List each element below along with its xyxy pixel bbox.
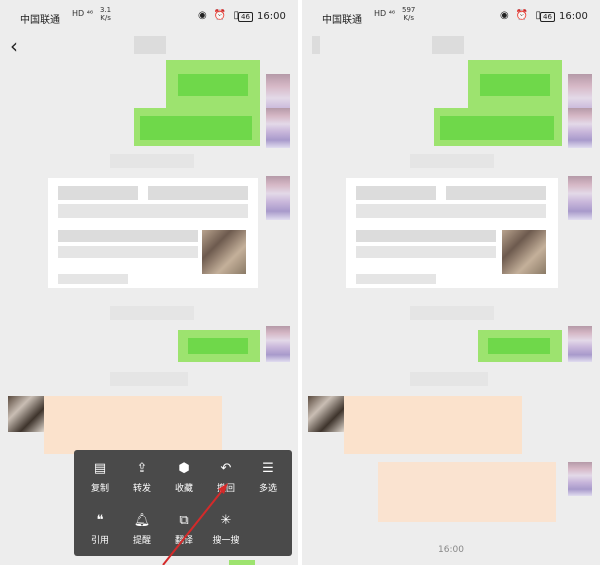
right-chat-screen: 中国联通 HD ⁴⁶ 597 K/s ◉ ⏰ ▯ 46 16:00 16:00 [302,0,600,565]
network-badge: HD ⁴⁶ [374,9,396,18]
timestamp-blur [410,372,488,386]
self-avatar[interactable] [568,326,592,362]
self-avatar[interactable] [568,176,592,220]
self-avatar[interactable] [568,108,592,148]
contact-avatar-right[interactable] [568,462,592,496]
carrier-label: 中国联通 [322,15,362,26]
system-icons: ◉ ⏰ ▯ [500,10,544,21]
sent-message-bubble[interactable] [434,108,562,146]
network-speed: 597 K/s [402,6,416,22]
back-blur [312,36,320,54]
contact-name-blur [432,36,464,54]
timestamp-blur [410,306,494,320]
clock: 16:00 [559,11,588,22]
left-chat-screen: 中国联通 HD ⁴⁶ 3.1 K/s ◉ ⏰ ▯ 46 16:00 ‹ ▤ 复制… [0,0,298,565]
message-timestamp: 16:00 [438,545,464,555]
sent-message-bubble[interactable] [478,330,562,362]
received-message-bubble[interactable] [344,396,522,454]
received-message-bubble[interactable] [378,462,556,522]
contact-avatar[interactable] [308,396,344,432]
link-card-message[interactable] [346,178,558,288]
battery-icon: 46 [540,12,555,22]
timestamp-blur [410,154,494,168]
annotation-arrow [162,483,228,565]
status-bar: 中国联通 HD ⁴⁶ 597 K/s ◉ ⏰ ▯ 46 16:00 [302,0,600,34]
thumbnail-image [502,230,546,274]
sent-message-bubble[interactable] [468,60,562,108]
